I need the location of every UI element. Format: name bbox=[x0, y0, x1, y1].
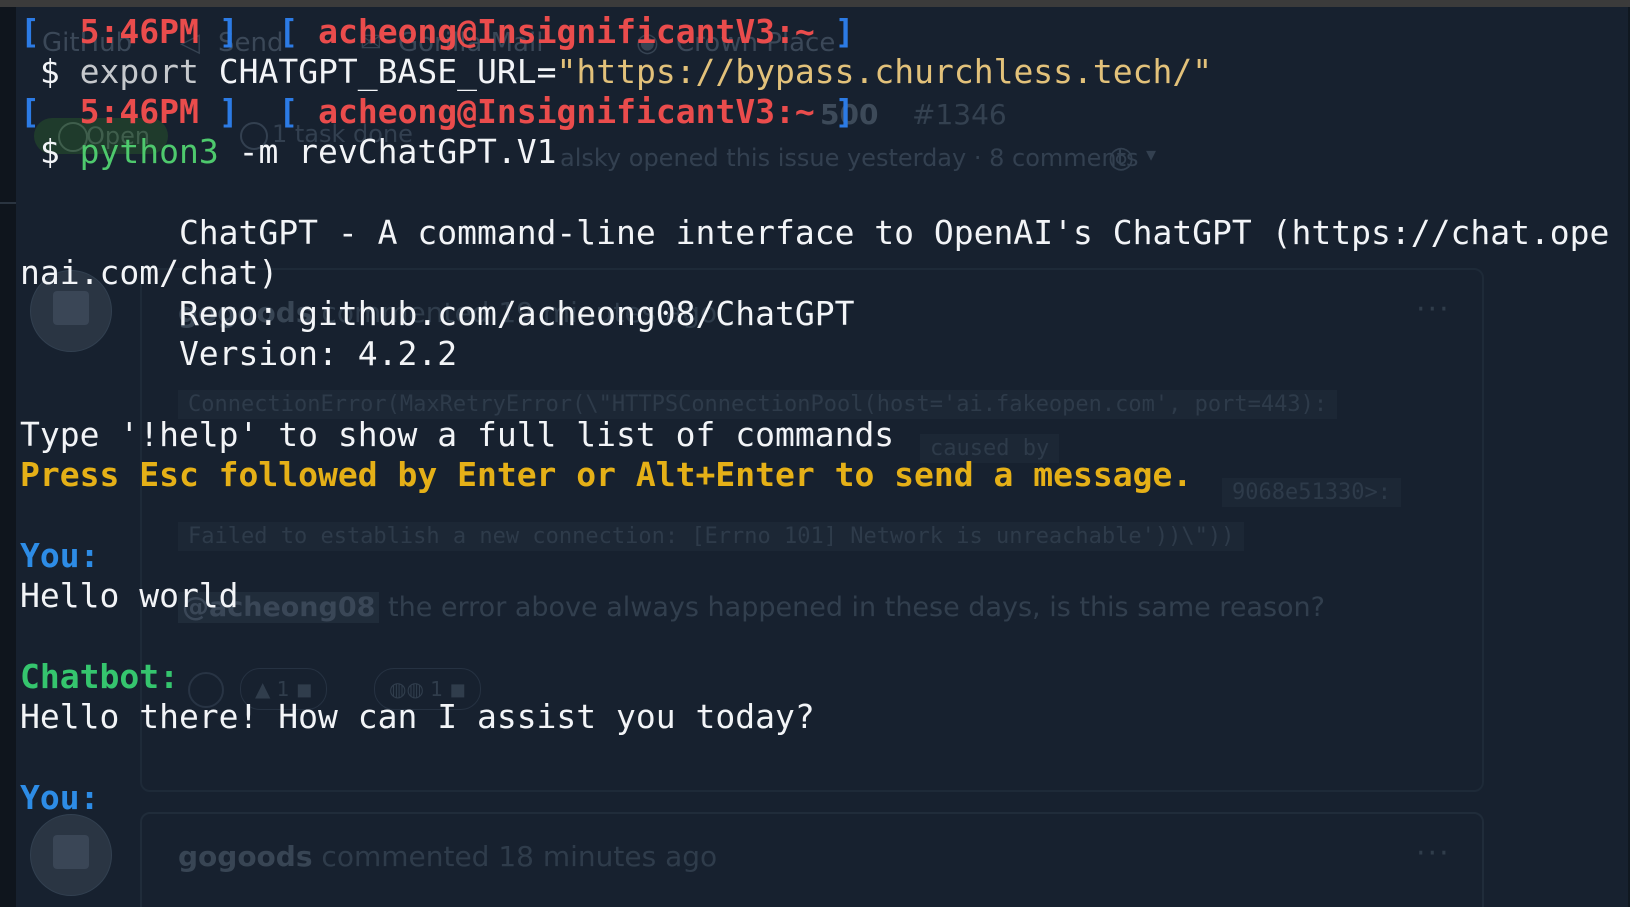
terminal-window[interactable]: [ 5:46PM ] [ acheong@InsignificantV3:~ ]… bbox=[0, 0, 1630, 907]
prompt-time: 5:46PM bbox=[79, 92, 199, 131]
send-hint: Press Esc followed by Enter or Alt+Enter… bbox=[20, 455, 1193, 494]
chatbot-message: Hello there! How can I assist you today? bbox=[20, 697, 815, 736]
prompt-dollar: $ bbox=[39, 132, 60, 171]
prompt-bracket: ] bbox=[834, 92, 855, 131]
screen: GitHub ◁ Send ✉ Gorilla Mail ◉ Crown Pla… bbox=[0, 0, 1630, 907]
prompt-bracket: ] bbox=[218, 12, 239, 51]
prompt-bracket: [ bbox=[278, 12, 299, 51]
banner-title-wrap: nai.com/chat) bbox=[20, 253, 279, 292]
prompt-bracket: [ bbox=[278, 92, 299, 131]
prompt-bracket: [ bbox=[20, 12, 40, 51]
help-hint: Type '!help' to show a full list of comm… bbox=[20, 415, 895, 454]
banner-repo: Repo: github.com/acheong08/ChatGPT bbox=[20, 294, 855, 333]
user-message: Hello world bbox=[20, 576, 239, 615]
command-program: python3 bbox=[79, 132, 219, 171]
prompt-time: 5:46PM bbox=[79, 12, 199, 51]
banner-version: Version: 4.2.2 bbox=[20, 334, 458, 373]
command-args: -m revChatGPT.V1 bbox=[238, 132, 557, 171]
prompt-userhost: acheong@InsignificantV3:~ bbox=[318, 92, 815, 131]
prompt-userhost: acheong@InsignificantV3:~ bbox=[318, 12, 815, 51]
you-label: You: bbox=[20, 536, 100, 575]
banner-title: ChatGPT - A command-line interface to Op… bbox=[20, 213, 1610, 252]
shell-prompt: [ 5:46PM ] [ acheong@InsignificantV3:~ ] bbox=[20, 11, 855, 53]
prompt-dollar: $ bbox=[39, 52, 60, 91]
command-keyword: export bbox=[79, 52, 199, 91]
prompt-bracket: ] bbox=[218, 92, 239, 131]
terminal-left-gutter bbox=[0, 7, 16, 907]
command-string-value: "https://bypass.churchless.tech/" bbox=[556, 52, 1213, 91]
chatbot-label: Chatbot: bbox=[20, 657, 179, 696]
shell-prompt: [ 5:46PM ] [ acheong@InsignificantV3:~ ] bbox=[20, 91, 855, 133]
command-line: $ export CHATGPT_BASE_URL="https://bypas… bbox=[20, 51, 1212, 93]
command-line: $ python3 -m revChatGPT.V1 bbox=[20, 131, 557, 173]
gutter-mark bbox=[0, 202, 16, 204]
terminal-top-border bbox=[0, 0, 1630, 7]
you-label: You: bbox=[20, 778, 100, 817]
command-variable: CHATGPT_BASE_URL= bbox=[218, 52, 557, 91]
prompt-bracket: ] bbox=[834, 12, 855, 51]
prompt-bracket: [ bbox=[20, 92, 40, 131]
